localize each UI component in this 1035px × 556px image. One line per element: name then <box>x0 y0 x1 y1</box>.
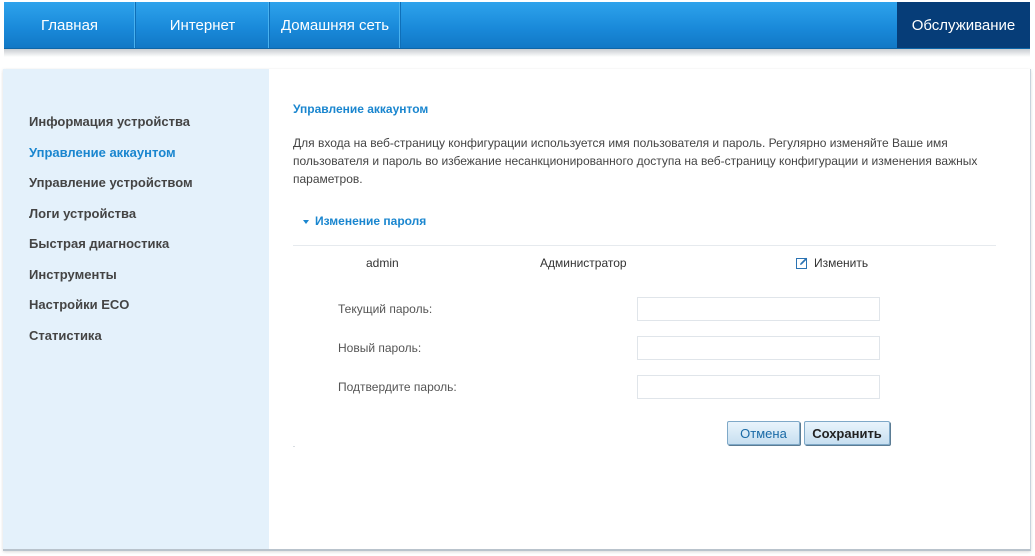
tab-maintenance[interactable]: Обслуживание <box>897 2 1030 48</box>
divider-dot <box>293 446 295 447</box>
sidebar-menu: Информация устройства Управление аккаунт… <box>29 113 193 357</box>
new-password-label: Новый пароль: <box>338 341 422 355</box>
edit-label: Изменить <box>814 256 869 270</box>
section-title: Изменение пароля <box>315 214 427 228</box>
sidebar-item-account-management[interactable]: Управление аккаунтом <box>29 144 193 175</box>
page-title: Управление аккаунтом <box>293 102 429 116</box>
tab-internet[interactable]: Интернет <box>136 2 270 48</box>
tab-home-network[interactable]: Домашняя сеть <box>270 2 401 48</box>
edit-icon <box>796 257 808 269</box>
sidebar-item-eco-settings[interactable]: Настройки ECO <box>29 296 193 327</box>
current-password-input[interactable] <box>637 297 880 321</box>
cancel-button[interactable]: Отмена <box>727 421 800 445</box>
content-area: Управление аккаунтом Для входа на веб-ст… <box>293 69 998 549</box>
new-password-input[interactable] <box>637 336 880 360</box>
chevron-down-icon <box>303 220 309 224</box>
confirm-password-input[interactable] <box>637 375 880 399</box>
tab-home[interactable]: Главная <box>4 2 136 48</box>
sidebar-item-device-management[interactable]: Управление устройством <box>29 174 193 205</box>
account-username: admin <box>366 256 399 270</box>
divider <box>293 245 996 246</box>
edit-button[interactable]: Изменить <box>796 256 868 270</box>
sidebar-item-device-info[interactable]: Информация устройства <box>29 113 193 144</box>
sidebar-item-tools[interactable]: Инструменты <box>29 266 193 297</box>
top-navigation: Главная Интернет Домашняя сеть Обслужива… <box>4 2 1030 49</box>
account-row: admin Администратор Изменить <box>293 256 998 276</box>
sidebar-item-quick-diagnostics[interactable]: Быстрая диагностика <box>29 235 193 266</box>
section-change-password[interactable]: Изменение пароля <box>303 214 426 228</box>
confirm-password-label: Подтвердите пароль: <box>338 380 457 394</box>
current-password-label: Текущий пароль: <box>338 302 433 316</box>
main-frame: Информация устройства Управление аккаунт… <box>3 69 1031 551</box>
sidebar: Информация устройства Управление аккаунт… <box>3 69 269 549</box>
nav-shadow <box>4 49 1030 57</box>
page-description: Для входа на веб-страницу конфигурации и… <box>293 136 978 186</box>
sidebar-item-statistics[interactable]: Статистика <box>29 327 193 358</box>
account-role: Администратор <box>540 256 627 270</box>
save-button[interactable]: Сохранить <box>804 421 890 445</box>
sidebar-item-device-logs[interactable]: Логи устройства <box>29 205 193 236</box>
